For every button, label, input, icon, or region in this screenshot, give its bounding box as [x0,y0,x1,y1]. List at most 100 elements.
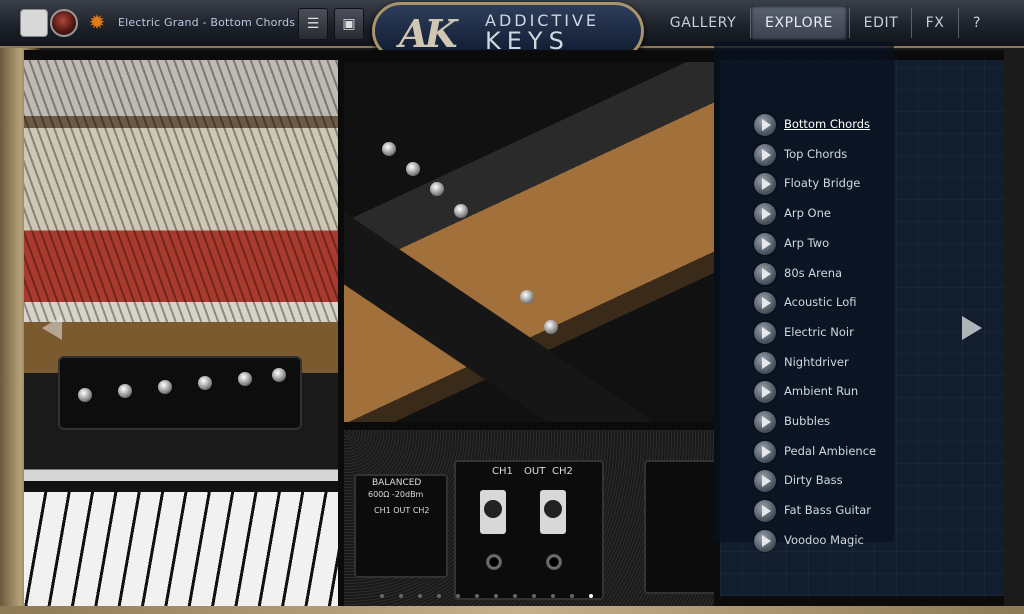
play-icon[interactable] [754,144,776,166]
preset-item[interactable]: Ambient Run [754,381,924,405]
knob-image [78,388,92,402]
preset-label: Fat Bass Guitar [784,503,872,517]
page-dot[interactable] [570,594,574,598]
balanced-plate: BALANCED 600Ω -20dBm CH1 OUT CH2 [354,474,448,578]
preset-label: Arp One [784,206,831,220]
ch2-label: CH2 [552,466,573,477]
output-plate: CH1 OUT CH2 [454,460,604,600]
knob-strip-image [344,212,651,422]
preset-label: Dirty Bass [784,473,843,487]
preset-label: 80s Arena [784,266,843,280]
play-icon[interactable] [754,173,776,195]
edit-icon[interactable] [20,9,48,37]
preset-item[interactable]: Electric Noir [754,322,924,346]
play-icon[interactable] [754,470,776,492]
small-ch-label: CH1 OUT CH2 [374,506,430,515]
play-icon[interactable] [754,233,776,255]
preset-item[interactable]: Arp Two [754,233,924,257]
play-icon[interactable] [754,114,776,136]
preset-label: Voodoo Magic [784,533,864,547]
play-icon[interactable] [754,203,776,225]
preset-label: Nightdriver [784,355,849,369]
knob-image [544,320,558,334]
play-icon[interactable] [754,530,776,552]
play-icon[interactable] [754,500,776,522]
page-dot[interactable] [418,594,422,598]
bottom-frame [0,606,1024,614]
impedance-label: 600Ω -20dBm [368,490,424,499]
photo-piano-interior [344,62,714,422]
preset-name[interactable]: Electric Grand - Bottom Chords [118,16,295,29]
save-icon[interactable]: ▣ [334,8,364,40]
preset-label: Arp Two [784,236,830,250]
page-dot[interactable] [399,594,403,598]
ch1-label: CH1 [492,466,513,477]
preset-item[interactable]: 80s Arena [754,263,924,287]
preset-item[interactable]: Arp One [754,203,924,227]
tab-explore[interactable]: EXPLORE [751,6,847,40]
knob-image [272,368,286,382]
tab-edit[interactable]: EDIT [851,6,911,40]
page-dot[interactable] [532,594,536,598]
preset-item[interactable]: Floaty Bridge [754,173,924,197]
xlr-connector-image [540,490,566,534]
page-dot[interactable] [513,594,517,598]
preset-label: Top Chords [784,147,848,161]
page-dot[interactable] [475,594,479,598]
preset-item[interactable]: Pedal Ambience [754,441,924,465]
preset-label: Electric Noir [784,325,854,339]
knob-image [520,290,534,304]
preset-item[interactable]: Voodoo Magic [754,530,924,554]
list-menu-icon[interactable]: ☰ [298,8,328,40]
knob-image [118,384,132,398]
page-dot[interactable] [551,594,555,598]
tab-divider [849,8,850,38]
preset-item[interactable]: Bubbles [754,411,924,435]
play-icon[interactable] [754,411,776,433]
jack-image [546,554,562,570]
page-dot[interactable] [437,594,441,598]
side-plate [644,460,714,594]
gear-icon[interactable]: ✹ [84,9,110,35]
knob-image [430,182,444,196]
jack-image [486,554,502,570]
page-dot[interactable] [456,594,460,598]
control-panel-image [58,356,302,430]
preset-label: Ambient Run [784,384,859,398]
photo-amp-outputs: BALANCED 600Ω -20dBm CH1 OUT CH2 CH1 OUT… [344,430,714,606]
next-arrow-icon[interactable] [962,316,982,340]
help-button[interactable]: ? [959,6,995,40]
knob-image [454,204,468,218]
play-icon[interactable] [754,352,776,374]
knob-image [382,142,396,156]
preset-item[interactable]: Top Chords [754,144,924,168]
knob-image [406,162,420,176]
preset-item[interactable]: Fat Bass Guitar [754,500,924,524]
page-dot[interactable] [380,594,384,598]
preset-item[interactable]: Bottom Chords [754,114,924,138]
page-dot[interactable] [494,594,498,598]
page-indicator [380,594,640,602]
preset-label: Bubbles [784,414,831,428]
play-icon[interactable] [754,263,776,285]
previous-arrow-icon[interactable] [42,316,62,340]
knob-image [198,376,212,390]
keyboard-image [24,492,338,606]
out-label: OUT [524,466,546,477]
knob-image [158,380,172,394]
preset-item[interactable]: Acoustic Lofi [754,292,924,316]
play-icon[interactable] [754,441,776,463]
preset-item[interactable]: Nightdriver [754,352,924,376]
play-icon[interactable] [754,381,776,403]
balanced-label: BALANCED [372,478,422,488]
knob-image [238,372,252,386]
preset-label: Acoustic Lofi [784,295,857,309]
preset-label: Bottom Chords [784,117,871,131]
record-icon[interactable] [50,9,78,37]
tab-fx[interactable]: FX [912,6,958,40]
play-icon[interactable] [754,292,776,314]
tab-gallery[interactable]: GALLERY [658,6,748,40]
page-dot[interactable] [589,594,593,598]
play-icon[interactable] [754,322,776,344]
preset-item[interactable]: Dirty Bass [754,470,924,494]
